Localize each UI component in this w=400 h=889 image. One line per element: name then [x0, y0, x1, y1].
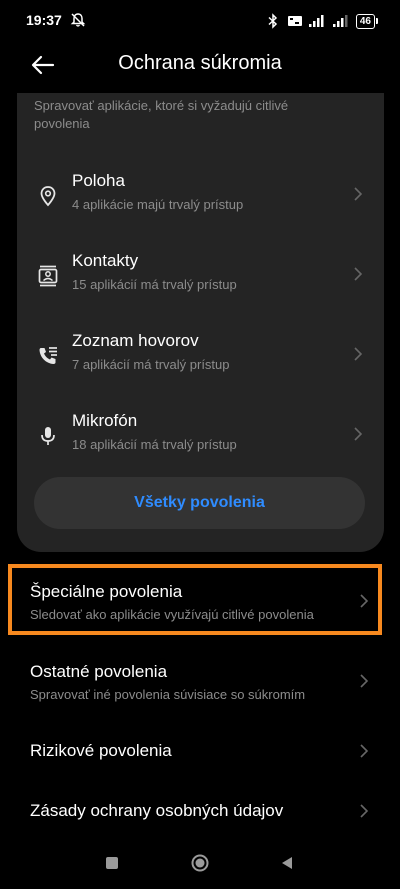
chevron-right-icon — [360, 674, 369, 688]
row-title: Ostatné povolenia — [30, 662, 168, 681]
top-app-bar: Ochrana súkromia — [0, 42, 400, 90]
other-permissions-row[interactable]: Ostatné povolenia Spravovať iné povoleni… — [0, 648, 400, 712]
permission-item-contacts[interactable]: Kontakty 15 aplikácií má trvalý prístup — [17, 245, 384, 315]
card-description: Spravovať aplikácie, ktoré si vyžadujú c… — [34, 98, 289, 131]
system-nav-bar — [0, 840, 400, 889]
home-circle-icon[interactable] — [191, 854, 209, 872]
row-title: Zásady ochrany osobných údajov — [30, 801, 284, 820]
permission-title: Poloha — [72, 171, 125, 190]
back-triangle-icon[interactable] — [280, 855, 294, 871]
page-title: Ochrana súkromia — [118, 52, 282, 74]
permission-item-microphone[interactable]: Mikrofón 18 aplikácií má trvalý prístup — [17, 405, 384, 475]
chevron-right-icon — [354, 267, 363, 281]
permission-item-location[interactable]: Poloha 4 aplikácie majú trvalý prístup — [17, 165, 384, 235]
row-subtitle: Spravovať iné povolenia súvisiace so súk… — [30, 687, 306, 702]
chevron-right-icon — [360, 744, 369, 758]
signal-icon — [308, 15, 324, 27]
bell-muted-icon — [70, 13, 86, 27]
chevron-right-icon — [354, 187, 363, 201]
permission-subtitle: 4 aplikácie majú trvalý prístup — [72, 197, 244, 212]
permission-subtitle: 7 aplikácií má trvalý prístup — [72, 357, 230, 372]
call-log-icon — [39, 347, 57, 364]
contacts-icon — [38, 265, 58, 287]
permission-item-call-log[interactable]: Zoznam hovorov 7 aplikácií má trvalý prí… — [17, 325, 384, 395]
status-bar: 19:37 46 — [0, 0, 400, 42]
battery-icon: 46 — [355, 13, 378, 29]
highlight-box — [8, 564, 382, 635]
recents-square-icon[interactable] — [106, 857, 118, 869]
all-permissions-button[interactable]: Všetky povolenia — [34, 477, 365, 529]
chevron-right-icon — [354, 427, 363, 441]
chevron-right-icon — [360, 804, 369, 818]
microphone-icon — [41, 427, 55, 445]
status-time: 19:37 — [26, 12, 62, 28]
permissions-card: Spravovať aplikácie, ktoré si vyžadujú c… — [17, 93, 384, 552]
permission-subtitle: 15 aplikácií má trvalý prístup — [72, 277, 237, 292]
signal-2-icon — [332, 15, 348, 27]
row-title: Rizikové povolenia — [30, 741, 172, 760]
permission-title: Mikrofón — [72, 411, 138, 430]
permission-title: Kontakty — [72, 251, 139, 270]
status-icons: 46 — [266, 12, 378, 30]
location-pin-icon — [40, 186, 56, 207]
bluetooth-icon — [268, 13, 277, 29]
privacy-policy-row[interactable]: Zásady ochrany osobných údajov — [0, 786, 400, 838]
battery-level: 46 — [355, 13, 375, 29]
risky-permissions-row[interactable]: Rizikové povolenia — [0, 726, 400, 778]
permission-title: Zoznam hovorov — [72, 331, 199, 350]
volte-icon — [287, 16, 302, 26]
chevron-right-icon — [354, 347, 363, 361]
permission-subtitle: 18 aplikácií má trvalý prístup — [72, 437, 237, 452]
